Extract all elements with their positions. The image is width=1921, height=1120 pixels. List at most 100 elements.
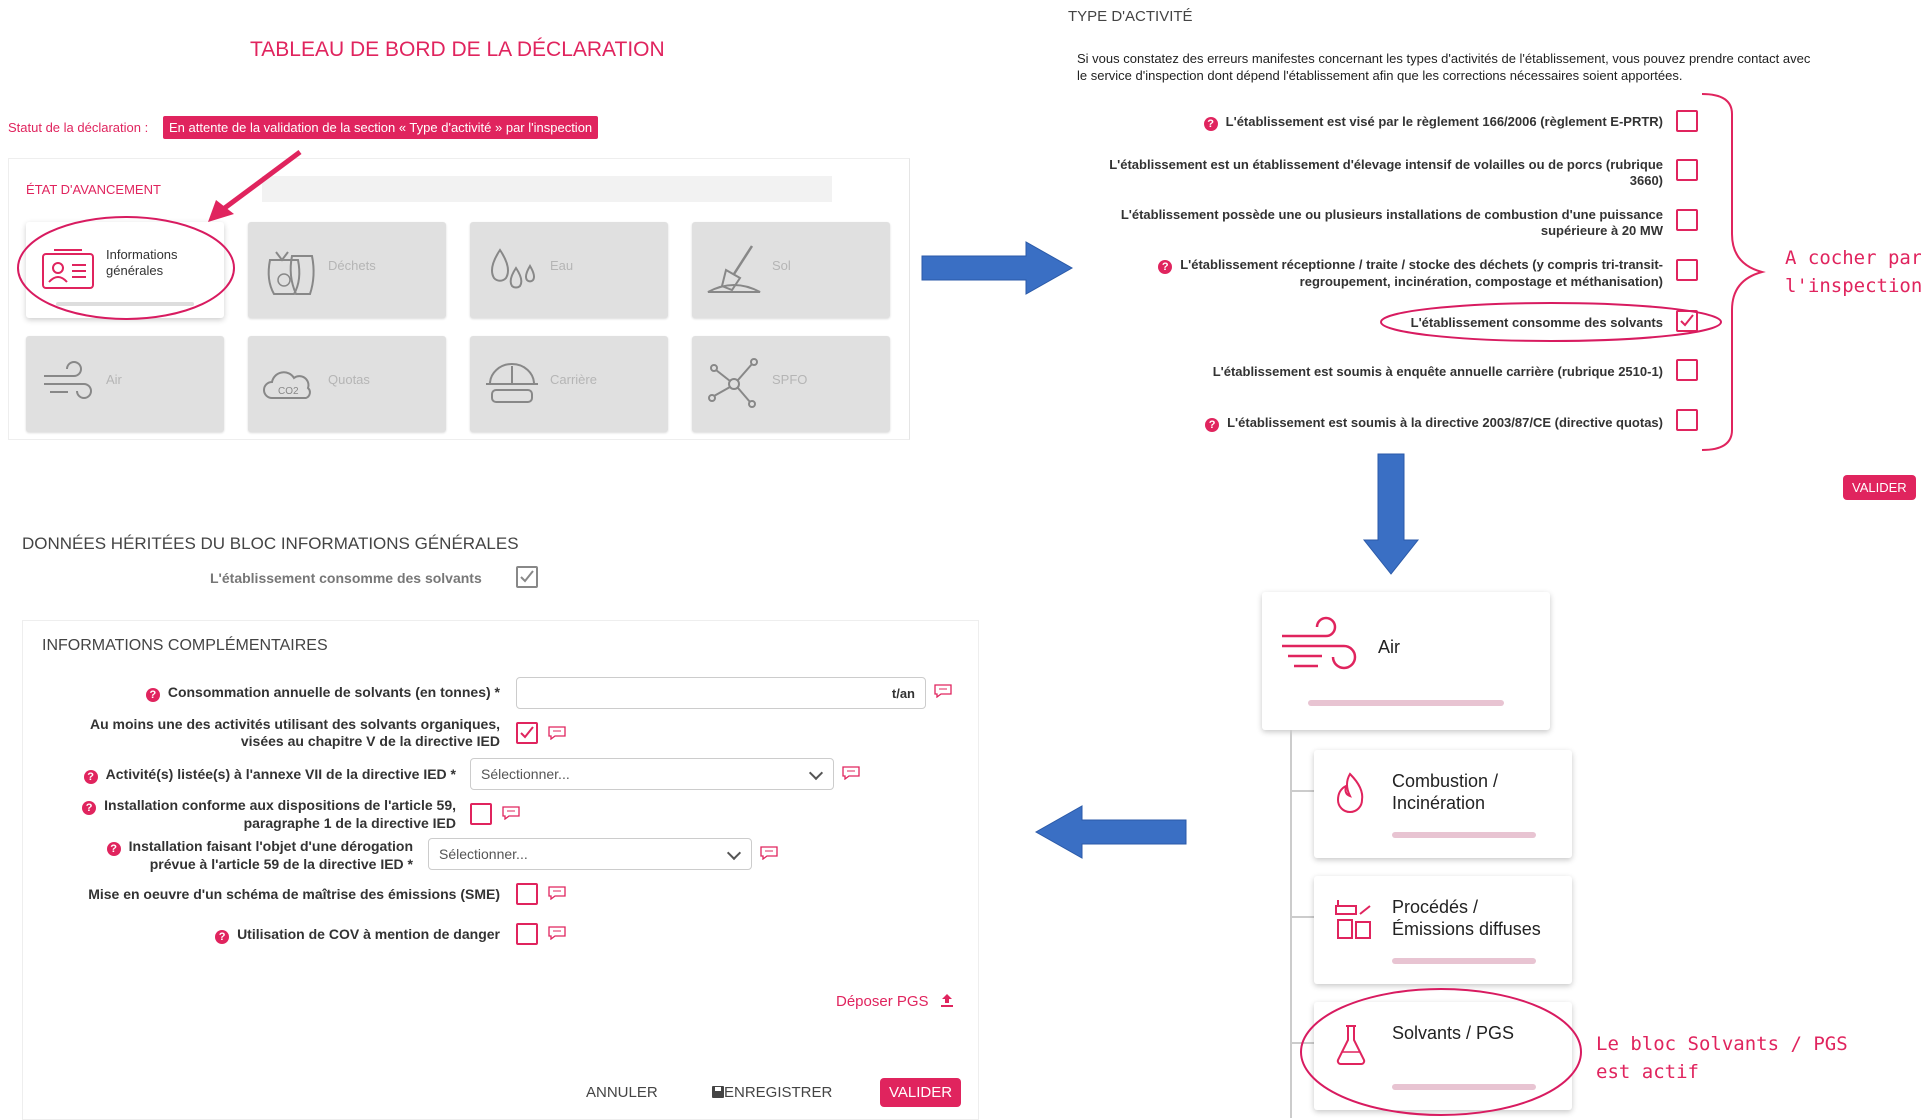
- activites-solvants-checkbox[interactable]: [516, 722, 538, 744]
- label-text: Installation conforme aux dispositions d…: [104, 797, 456, 813]
- tile-sol[interactable]: Sol: [692, 222, 890, 318]
- left-arrow-icon: [1034, 805, 1187, 859]
- label-text: prévue à l'article 59 de la directive IE…: [149, 856, 413, 872]
- annotation-line: A cocher par: [1785, 247, 1921, 269]
- comment-icon[interactable]: [934, 684, 952, 698]
- tile-air[interactable]: Air: [26, 336, 224, 432]
- save-icon: [712, 1086, 724, 1098]
- help-icon[interactable]: ?: [83, 770, 98, 784]
- comment-icon[interactable]: [502, 806, 520, 820]
- inherited-checkbox: [516, 566, 538, 588]
- label-text: Émissions diffuses: [1392, 919, 1541, 939]
- checkbox-carriere[interactable]: [1676, 359, 1698, 381]
- field-label-cov: ? Utilisation de COV à mention de danger: [215, 926, 500, 944]
- card-label: Air: [1378, 637, 1400, 657]
- label-text: Consommation annuelle de solvants (en to…: [167, 684, 500, 700]
- combustion-card[interactable]: Combustion / Incinération: [1314, 750, 1572, 858]
- sme-checkbox[interactable]: [516, 883, 538, 905]
- co2-cloud-icon: CO2: [263, 371, 311, 399]
- field-label-annexe-vii: ? Activité(s) listée(s) à l'annexe VII de…: [83, 766, 456, 784]
- progress-label: ÉTAT D'AVANCEMENT: [26, 182, 161, 197]
- cov-checkbox[interactable]: [516, 923, 538, 945]
- tile-dechets[interactable]: Déchets: [248, 222, 446, 318]
- label-text: paragraphe 1 de la directive IED: [243, 815, 456, 831]
- dashboard-title: TABLEAU DE BORD DE LA DÉCLARATION: [250, 38, 665, 61]
- helmet-icon: [486, 363, 538, 403]
- procedes-card[interactable]: Procédés / Émissions diffuses: [1314, 876, 1572, 984]
- help-icon[interactable]: ?: [82, 801, 97, 815]
- select-value: Sélectionner...: [481, 766, 570, 782]
- help-icon[interactable]: ?: [1205, 418, 1220, 432]
- tile-label: Carrière: [550, 372, 597, 387]
- checkbox-elevage[interactable]: [1676, 159, 1698, 181]
- deposer-pgs-link[interactable]: Déposer PGS: [836, 992, 955, 1010]
- tile-label: Eau: [550, 258, 574, 273]
- annexe-vii-select[interactable]: Sélectionner...: [470, 758, 834, 790]
- highlight-ellipse: [1300, 988, 1582, 1116]
- intro-line: le service d'inspection dont dépend l'ét…: [1077, 68, 1683, 83]
- help-icon[interactable]: ?: [1203, 117, 1218, 131]
- intro-line: Si vous constatez des erreurs manifestes…: [1077, 51, 1811, 66]
- label-text: Combustion /: [1392, 771, 1499, 791]
- field-label-activites-solvants: Au moins une des activités utilisant des…: [90, 716, 500, 750]
- checkbox-combustion[interactable]: [1676, 209, 1698, 231]
- upload-icon: [940, 994, 953, 1007]
- help-icon[interactable]: ?: [215, 930, 230, 944]
- comment-icon[interactable]: [548, 726, 566, 740]
- enregistrer-button[interactable]: ENREGISTRER: [712, 1084, 832, 1101]
- help-icon[interactable]: ?: [106, 842, 121, 856]
- label-text: Activité(s) listée(s) à l'annexe VII de …: [105, 766, 456, 782]
- tile-eau[interactable]: Eau: [470, 222, 668, 318]
- tile-label: Quotas: [328, 372, 370, 387]
- tile-spfo[interactable]: SPFO: [692, 336, 890, 432]
- activity-row-quotas: ? L'établissement est soumis à la directi…: [1205, 415, 1663, 432]
- label-text: Procédés /: [1392, 897, 1479, 917]
- activity-row-combustion: L'établissement possède une ou plusieurs…: [1121, 207, 1663, 239]
- field-label-derogation: ? Installation faisant l'objet d'une déro…: [106, 838, 413, 873]
- activity-label: 3660): [1629, 173, 1663, 188]
- help-icon[interactable]: ?: [1158, 260, 1173, 274]
- card-progress-bar: [1392, 958, 1536, 964]
- highlight-ellipse: [1380, 302, 1722, 342]
- activity-label: supérieure à 20 MW: [1540, 223, 1663, 238]
- annotation-line: l'inspection: [1785, 275, 1921, 297]
- activity-row-eprtr: ? L'établissement est visé par le règleme…: [1203, 114, 1663, 131]
- tile-label: Sol: [772, 258, 791, 273]
- flame-icon: [1336, 772, 1364, 813]
- label-text: Au moins une des activités utilisant des…: [90, 716, 500, 732]
- status-badge: En attente de la validation de la sectio…: [163, 116, 599, 139]
- activity-row-carriere: L'établissement est soumis à enquête ann…: [1213, 364, 1663, 380]
- field-label-article-59: ? Installation conforme aux dispositions …: [82, 797, 456, 832]
- help-icon[interactable]: ?: [145, 688, 160, 702]
- link-text: Déposer PGS: [836, 993, 929, 1010]
- air-card[interactable]: Air: [1262, 592, 1550, 730]
- status-label: Statut de la déclaration :: [8, 120, 149, 135]
- activity-label: L'établissement est visé par le règlemen…: [1225, 114, 1663, 129]
- waste-bags-icon: [267, 251, 315, 295]
- comment-icon[interactable]: [842, 766, 860, 780]
- consommation-input[interactable]: t/an: [516, 677, 926, 709]
- comment-icon[interactable]: [548, 926, 566, 940]
- checkbox-eprtr[interactable]: [1676, 110, 1698, 132]
- tile-carriere[interactable]: Carrière: [470, 336, 668, 432]
- tile-label: SPFO: [772, 372, 808, 387]
- activity-label: L'établissement possède une ou plusieurs…: [1120, 207, 1663, 222]
- checkbox-dechets[interactable]: [1676, 259, 1698, 281]
- annuler-button[interactable]: ANNULER: [586, 1084, 658, 1101]
- label-text: Installation faisant l'objet d'une dérog…: [128, 838, 413, 854]
- valider-form-button[interactable]: VALIDER: [880, 1078, 962, 1107]
- wind-icon: [1282, 616, 1357, 670]
- complement-title: INFORMATIONS COMPLÉMENTAIRES: [42, 637, 328, 654]
- valider-activite-button[interactable]: VALIDER: [1843, 475, 1916, 500]
- comment-icon[interactable]: [760, 846, 778, 860]
- annotation-line: Le bloc Solvants / PGS: [1596, 1033, 1848, 1055]
- unit-label: t/an: [891, 686, 915, 701]
- tile-quotas[interactable]: CO2 Quotas: [248, 336, 446, 432]
- molecule-icon: [708, 358, 758, 408]
- annotation-solvants-actif: Le bloc Solvants / PGS est actif: [1596, 1030, 1848, 1086]
- checkbox-quotas[interactable]: [1676, 409, 1698, 431]
- derogation-select[interactable]: Sélectionner...: [428, 838, 752, 870]
- article-59-checkbox[interactable]: [470, 803, 492, 825]
- comment-icon[interactable]: [548, 886, 566, 900]
- inherited-data-title: DONNÉES HÉRITÉES DU BLOC INFORMATIONS GÉ…: [22, 534, 519, 553]
